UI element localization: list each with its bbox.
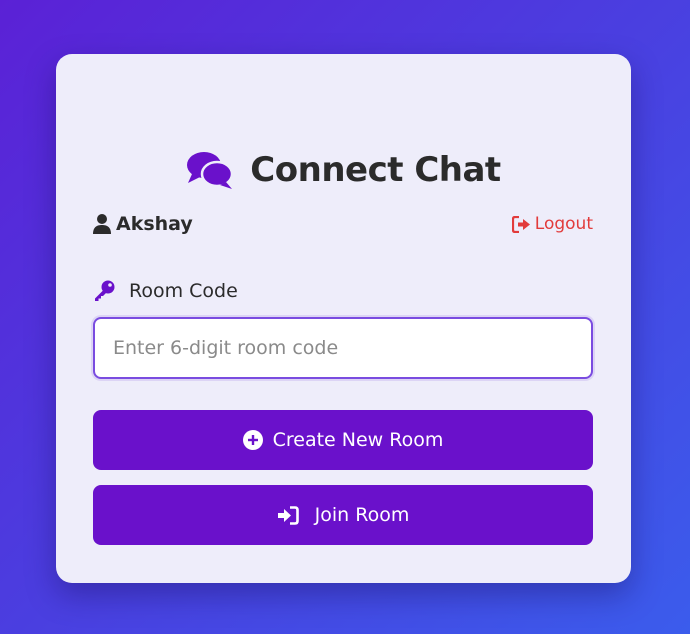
room-code-label: Room Code	[129, 280, 238, 302]
sign-out-icon	[511, 215, 530, 233]
room-code-input[interactable]	[93, 317, 593, 379]
sign-in-icon	[277, 505, 299, 525]
current-user: Akshay	[93, 213, 193, 235]
key-icon	[95, 280, 115, 301]
user-name: Akshay	[116, 213, 193, 235]
comments-icon	[187, 152, 234, 189]
app-title: Connect Chat	[250, 150, 501, 190]
user-icon	[93, 214, 111, 234]
join-room-button[interactable]: Join Room	[93, 485, 593, 545]
logout-link[interactable]: Logout	[511, 214, 593, 234]
create-room-label: Create New Room	[272, 429, 444, 451]
user-row: Akshay Logout	[93, 210, 593, 238]
logout-label: Logout	[534, 214, 593, 234]
join-room-label: Join Room	[314, 504, 410, 526]
plus-circle-icon	[242, 430, 263, 450]
create-room-button[interactable]: Create New Room	[93, 410, 593, 470]
app-header: Connect Chat	[56, 150, 631, 190]
room-code-label-row: Room Code	[93, 280, 238, 302]
